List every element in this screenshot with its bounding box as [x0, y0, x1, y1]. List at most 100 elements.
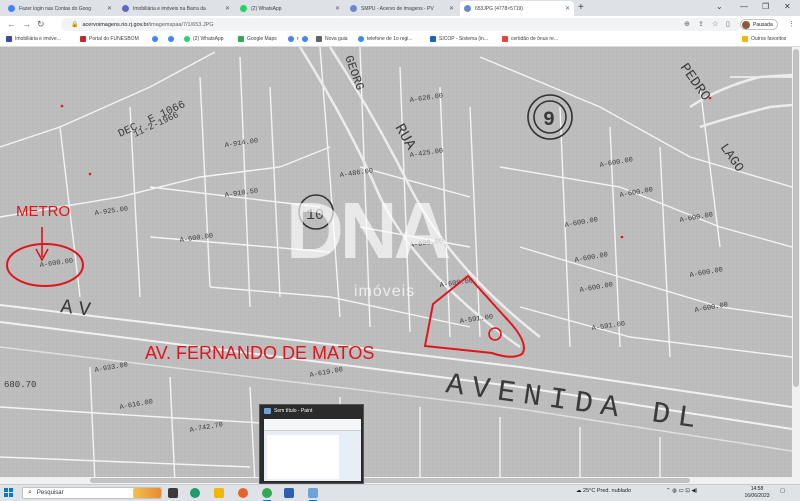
block-number-9: 9 [543, 109, 555, 132]
bookmark-item[interactable]: Google Maps [238, 36, 277, 42]
weather-widget[interactable]: ☁ 25°C Pred. nublado [576, 488, 631, 494]
profile-button[interactable]: Pausada [740, 19, 778, 30]
chrome-icon[interactable] [262, 488, 272, 501]
profile-status: Pausada [753, 21, 773, 28]
search-icon: ⌕ [28, 489, 32, 496]
word-icon[interactable] [284, 488, 294, 498]
image-viewport[interactable]: 9 10 DEC. E 1066 11-2-1966 RUA GEORG PED… [0, 47, 792, 484]
tab-strip: Fazer login nas Contas do Goog ✕ Imobili… [0, 0, 800, 16]
notification-icon[interactable]: ▢ [780, 488, 785, 494]
system-clock[interactable]: 14:58 16/06/2023 [742, 486, 772, 500]
tab-whatsapp[interactable]: (2) WhatsApp ✕ [236, 1, 344, 16]
search-placeholder: Pesquisar [36, 490, 64, 496]
bookmarks-bar: Imobiliária e imóve... Portal do FUNESBO… [0, 33, 800, 47]
bookmark-item[interactable]: Nova guia [316, 36, 348, 42]
restore-button[interactable]: ❐ [762, 2, 769, 11]
tray-icons[interactable]: ⌃ ◍ ▭ ⊡ ◀) [666, 488, 697, 494]
bookmark-item[interactable] [302, 36, 311, 42]
google-icon [8, 5, 15, 12]
google-icon [302, 36, 308, 42]
tab-label: SMPU - Acervo de Imagens - PV [361, 5, 434, 12]
tab-label: Imobiliária e imóveis na Barra da [133, 5, 206, 12]
share-icon[interactable]: ⇪ [698, 20, 704, 28]
bookmark-item[interactable] [152, 36, 161, 42]
search-highlight-icon [133, 488, 161, 498]
back-button[interactable]: ← [7, 19, 16, 29]
avatar [742, 20, 750, 29]
paint-ribbon [264, 419, 361, 431]
google-icon [358, 36, 364, 42]
zoom-icon[interactable]: ⊕ [684, 20, 690, 28]
firefox-icon[interactable] [238, 488, 248, 498]
paint-taskbar-icon[interactable] [308, 488, 318, 501]
taskbar: ⌕ Pesquisar ☁ 25°C Pred. nublado ⌃ ◍ ▭ ⊡… [0, 484, 800, 501]
bookmark-label: SICOP - Sistema (in... [439, 36, 489, 42]
paint-canvas [267, 435, 339, 479]
other-bookmarks[interactable]: Outros favoritos [742, 36, 786, 42]
horizontal-scrollbar[interactable] [0, 477, 792, 484]
site-icon [6, 36, 12, 42]
tab-label: (2) WhatsApp [251, 5, 282, 12]
new-tab-button[interactable]: + [578, 2, 584, 13]
tab-google-login[interactable]: Fazer login nas Contas do Goog ✕ [4, 1, 116, 16]
whatsapp-icon [184, 36, 190, 42]
address-bar[interactable]: 🔒 acervoimagens.rio.rj.gov.br /imagemspa… [61, 18, 741, 31]
edge-icon[interactable] [190, 488, 200, 498]
bookmark-item[interactable]: telefone de 1o regi... [358, 36, 413, 42]
bookmark-label: r [297, 36, 299, 42]
vertical-scrollbar[interactable] [792, 47, 800, 484]
close-icon[interactable]: ✕ [565, 5, 570, 12]
whatsapp-icon [240, 5, 247, 12]
bookmark-label: Outros favoritos [751, 36, 787, 42]
paint-window-preview[interactable]: Sem título - Paint [259, 404, 364, 484]
tab-imobiliaria[interactable]: Imobiliária e imóveis na Barra da ✕ [118, 1, 234, 16]
metro-label: METRO [16, 203, 71, 220]
tab-smpu[interactable]: SMPU - Acervo de Imagens - PV ✕ [346, 1, 458, 16]
taskbar-search[interactable]: ⌕ Pesquisar [22, 487, 162, 499]
windows-start-button[interactable] [4, 488, 14, 498]
close-icon[interactable]: ✕ [225, 5, 230, 12]
url-path: /imagemspaa/7/1/653.JPG [148, 21, 214, 28]
forward-button[interactable]: → [22, 19, 31, 29]
bookmark-label: (2) WhatsApp [193, 36, 224, 42]
bookmark-item[interactable]: Imobiliária e imóve... [6, 36, 61, 42]
site-icon [80, 36, 86, 42]
site-icon [122, 5, 129, 12]
task-view-icon[interactable] [168, 488, 178, 498]
maps-pin-icon [238, 36, 244, 42]
bookmark-star-icon[interactable]: ☆ [712, 20, 718, 28]
menu-icon[interactable]: ⋮ [788, 20, 795, 28]
bookmark-label: Imobiliária e imóve... [15, 36, 61, 42]
tab-image-active[interactable]: 653JPG (4778×5719) ✕ [460, 1, 574, 16]
close-icon[interactable]: ✕ [335, 5, 340, 12]
lot-label: 680.70 [4, 380, 36, 390]
reload-button[interactable]: ↻ [37, 19, 45, 30]
sidebar-icon[interactable]: ▯ [726, 20, 730, 28]
clock-time: 14:58 [750, 486, 764, 492]
bookmark-item[interactable]: certidão de ônus re... [502, 36, 558, 42]
scroll-thumb[interactable] [90, 478, 690, 483]
clock-date: 16/06/2023 [744, 493, 770, 499]
bookmark-item[interactable]: r [288, 36, 299, 42]
minimize-button[interactable]: — [740, 2, 748, 11]
weather-text: 25°C Pred. nublado [583, 488, 632, 494]
street-label-av-partial: AV [59, 296, 98, 323]
scroll-thumb[interactable] [793, 49, 799, 387]
file-explorer-icon[interactable] [214, 488, 224, 498]
close-icon[interactable]: ✕ [107, 5, 112, 12]
avenue-label: AV. FERNANDO DE MATOS [145, 343, 375, 363]
tab-search-icon[interactable]: ⌄ [716, 2, 723, 11]
bookmark-label: Google Maps [247, 36, 277, 42]
preview-title: Sem título - Paint [274, 408, 313, 414]
gmail-icon [502, 36, 508, 42]
close-icon[interactable]: ✕ [449, 5, 454, 12]
lock-icon[interactable]: 🔒 [71, 21, 78, 28]
bookmark-item[interactable]: (2) WhatsApp [184, 36, 224, 42]
close-window-button[interactable]: ✕ [784, 2, 791, 11]
bookmark-item[interactable]: SICOP - Sistema (in... [430, 36, 488, 42]
bookmark-item[interactable] [168, 36, 177, 42]
bookmark-item[interactable]: Portal do FUNESBOM [80, 36, 139, 42]
bookmark-label: certidão de ônus re... [511, 36, 558, 42]
google-icon [288, 36, 294, 42]
paint-icon [264, 408, 271, 414]
